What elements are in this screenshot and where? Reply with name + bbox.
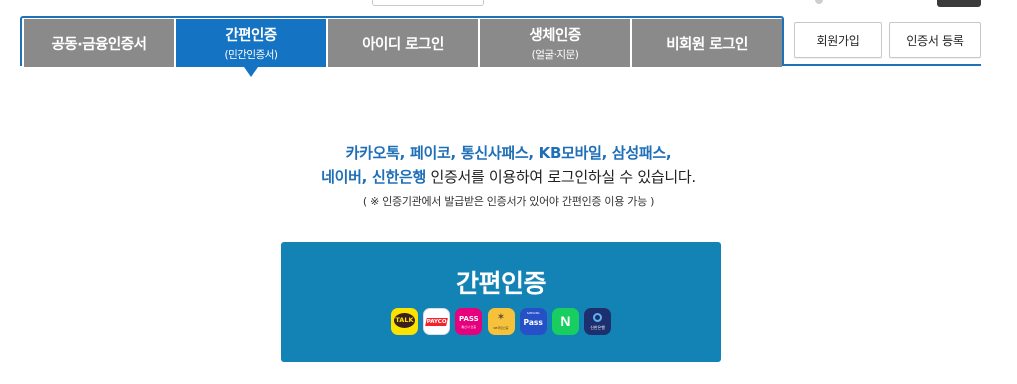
payco-icon: PAYCO [423,308,451,335]
top-indicator-dot [815,0,823,4]
simple-auth-title: 간편인증 [455,269,547,298]
tab-label: 생체인증 [529,28,581,44]
supported-providers-line2: 네이버, 신한은행 인증서를 이용하여 로그인하실 수 있습니다. [0,166,1017,187]
tab-sublabel: (얼굴·지문) [531,49,579,61]
active-tab-pointer [244,67,258,77]
tab-bar-underline [783,64,981,66]
simple-auth-button[interactable]: 간편인증 TALK PAYCO PASS 통신사 인증 ✶ KB국민인증 SAM… [281,242,721,362]
supported-providers-line1: 카카오톡, 페이코, 통신사패스, KB모바일, 삼성패스, [345,144,672,162]
tab-biometric-auth[interactable]: 생체인증 (얼굴·지문) [480,19,630,67]
tab-simple-auth[interactable]: 간편인증 (민간인증서) [176,19,326,67]
tab-joint-financial-cert[interactable]: 공동·금융인증서 [24,19,174,67]
tab-sublabel: (민간인증서) [224,49,279,61]
naver-icon: N [551,308,579,335]
kb-icon: ✶ KB국민인증 [487,308,515,335]
kakao-talk-icon: TALK [390,308,418,335]
tab-guest-login[interactable]: 비회원 로그인 [632,19,782,67]
tab-id-login[interactable]: 아이디 로그인 [328,19,478,67]
providers-highlight: 네이버, 신한은행 [321,168,426,186]
pass-icon: PASS 통신사 인증 [455,308,483,335]
tab-label: 아이디 로그인 [362,36,444,53]
samsung-pass-icon: SAMSUNG Pass [519,308,547,335]
tab-label: 공동·금융인증서 [51,36,147,53]
cert-register-button[interactable]: 인증서 등록 [889,22,981,58]
providers-description: 인증서를 이용하여 로그인하실 수 있습니다. [426,168,696,186]
tab-label: 간편인증 [225,28,277,44]
signup-button[interactable]: 회원가입 [794,22,882,58]
top-dark-button-edge[interactable] [937,0,981,7]
top-input-edge [372,0,484,6]
provider-icons: TALK PAYCO PASS 통신사 인증 ✶ KB국민인증 SAMSUNG … [281,308,721,335]
shinhan-icon: 신한은행 [584,308,612,335]
simple-auth-note: ( ※ 인증기관에서 발급받은 인증서가 있어야 간편인증 이용 가능 ) [362,195,655,208]
tab-label: 비회원 로그인 [666,36,748,53]
